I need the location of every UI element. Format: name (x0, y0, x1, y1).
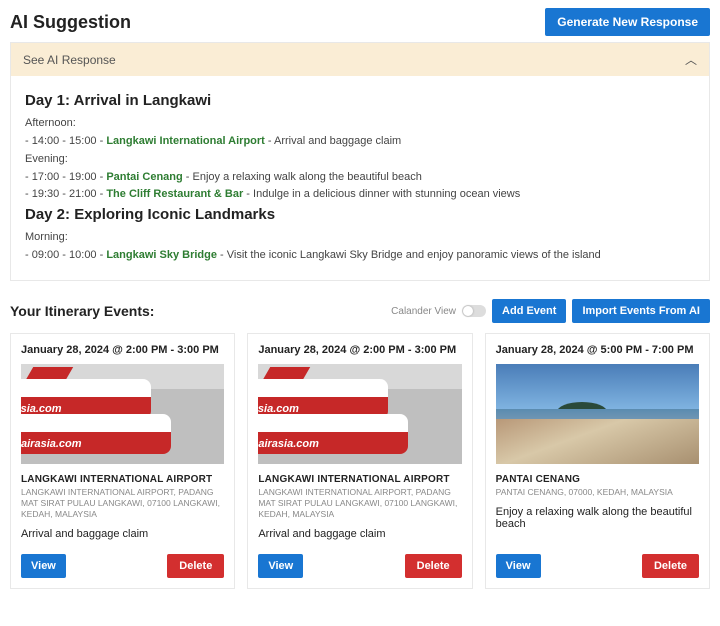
ai-header-row: AI Suggestion Generate New Response (10, 8, 710, 36)
event-datetime: January 28, 2024 @ 5:00 PM - 7:00 PM (496, 344, 699, 356)
item-place-link[interactable]: The Cliff Restaurant & Bar (106, 188, 243, 200)
ai-suggestion-title: AI Suggestion (10, 12, 131, 33)
day-heading: Day 1: Arrival in Langkawi (25, 92, 695, 109)
event-description: Enjoy a relaxing walk along the beautifu… (496, 506, 699, 540)
event-address: PANTAI CENANG, 07000, KEDAH, MALAYSIA (496, 487, 699, 498)
item-desc: - Arrival and baggage claim (265, 135, 401, 147)
day-heading: Day 2: Exploring Iconic Landmarks (25, 206, 695, 223)
period-label: Afternoon: (25, 117, 695, 129)
add-event-button[interactable]: Add Event (492, 299, 566, 323)
itinerary-item: - 19:30 - 21:00 - The Cliff Restaurant &… (25, 188, 695, 200)
period-label: Morning: (25, 231, 695, 243)
chevron-up-icon: ︿ (685, 51, 697, 68)
ai-response-panel: See AI Response ︿ Day 1: Arrival in Lang… (10, 42, 710, 281)
event-address: LANGKAWI INTERNATIONAL AIRPORT, PADANG M… (258, 487, 461, 520)
event-actions: View Delete (496, 554, 699, 578)
view-button[interactable]: View (21, 554, 66, 578)
delete-button[interactable]: Delete (642, 554, 699, 578)
event-description: Arrival and baggage claim (21, 528, 224, 540)
delete-button[interactable]: Delete (405, 554, 462, 578)
itinerary-item: - 09:00 - 10:00 - Langkawi Sky Bridge - … (25, 249, 695, 261)
item-time: - 17:00 - 19:00 - (25, 171, 106, 183)
ai-response-accordion-header[interactable]: See AI Response ︿ (11, 43, 709, 76)
item-place-link[interactable]: Pantai Cenang (106, 171, 182, 183)
event-image: airasia.comairasia.com (258, 364, 461, 464)
item-desc: - Indulge in a delicious dinner with stu… (243, 188, 520, 200)
item-place-link[interactable]: Langkawi Sky Bridge (106, 249, 217, 261)
generate-new-response-button[interactable]: Generate New Response (545, 8, 710, 36)
view-button[interactable]: View (258, 554, 303, 578)
event-card: January 28, 2024 @ 2:00 PM - 3:00 PM aira… (247, 333, 472, 589)
item-desc: - Enjoy a relaxing walk along the beauti… (183, 171, 422, 183)
event-location: PANTAI CENANG (496, 474, 699, 485)
event-image (496, 364, 699, 464)
event-card: January 28, 2024 @ 5:00 PM - 7:00 PM PANT… (485, 333, 710, 589)
ai-response-body: Day 1: Arrival in Langkawi Afternoon: - 14… (11, 76, 709, 280)
period-label: Evening: (25, 153, 695, 165)
item-time: - 19:30 - 21:00 - (25, 188, 106, 200)
events-header-row: Your Itinerary Events: Calander View Add… (10, 299, 710, 323)
event-description: Arrival and baggage claim (258, 528, 461, 540)
event-cards-row: January 28, 2024 @ 2:00 PM - 3:00 PM aira… (10, 333, 710, 589)
event-actions: View Delete (258, 554, 461, 578)
item-desc: - Visit the iconic Langkawi Sky Bridge a… (217, 249, 601, 261)
itinerary-item: - 14:00 - 15:00 - Langkawi International… (25, 135, 695, 147)
calendar-view-label: Calander View (391, 306, 456, 317)
event-datetime: January 28, 2024 @ 2:00 PM - 3:00 PM (258, 344, 461, 356)
delete-button[interactable]: Delete (167, 554, 224, 578)
item-place-link[interactable]: Langkawi International Airport (106, 135, 265, 147)
events-controls: Calander View Add Event Import Events Fr… (391, 299, 710, 323)
import-events-button[interactable]: Import Events From AI (572, 299, 710, 323)
events-title: Your Itinerary Events: (10, 303, 154, 319)
accordion-label: See AI Response (23, 53, 116, 67)
itinerary-item: - 17:00 - 19:00 - Pantai Cenang - Enjoy … (25, 171, 695, 183)
event-location: LANGKAWI INTERNATIONAL AIRPORT (258, 474, 461, 485)
event-image: airasia.comairasia.com (21, 364, 224, 464)
item-time: - 14:00 - 15:00 - (25, 135, 106, 147)
calendar-view-toggle[interactable] (462, 305, 486, 317)
event-datetime: January 28, 2024 @ 2:00 PM - 3:00 PM (21, 344, 224, 356)
item-time: - 09:00 - 10:00 - (25, 249, 106, 261)
event-card: January 28, 2024 @ 2:00 PM - 3:00 PM aira… (10, 333, 235, 589)
event-location: LANGKAWI INTERNATIONAL AIRPORT (21, 474, 224, 485)
event-address: LANGKAWI INTERNATIONAL AIRPORT, PADANG M… (21, 487, 224, 520)
view-button[interactable]: View (496, 554, 541, 578)
event-actions: View Delete (21, 554, 224, 578)
